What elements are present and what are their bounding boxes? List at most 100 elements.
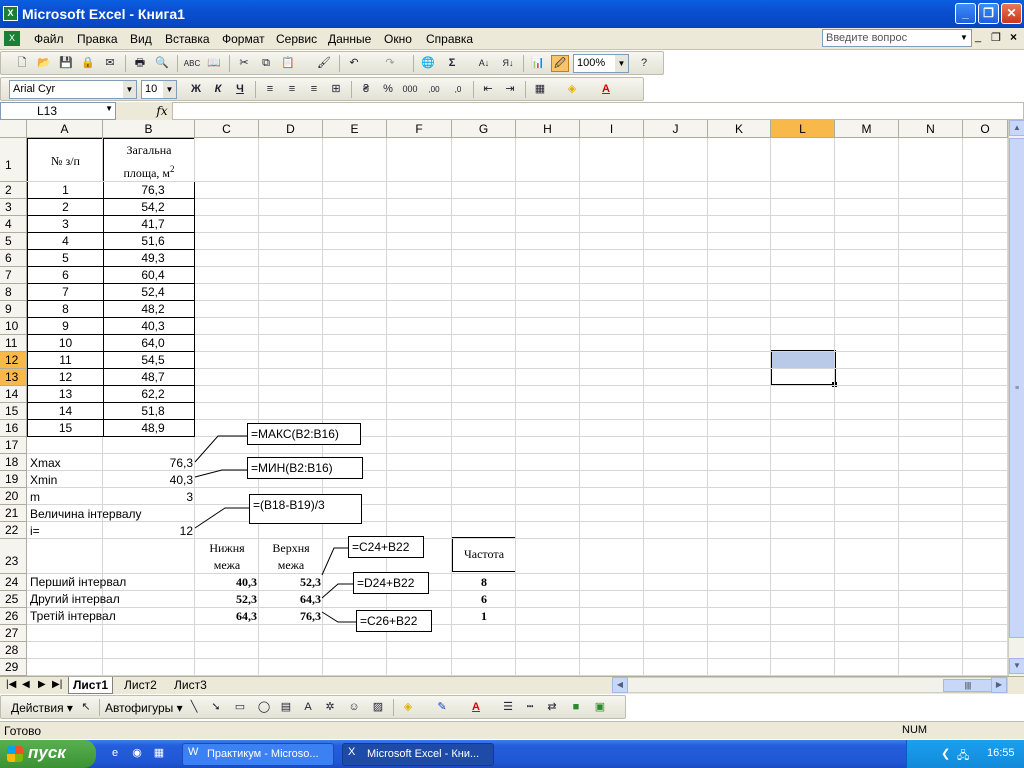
doc-restore-button[interactable]: ❐ (991, 31, 1001, 44)
scroll-down-icon[interactable]: ▼ (1009, 658, 1024, 674)
insert-function-icon[interactable]: fx (152, 102, 172, 120)
decrease-indent-icon[interactable]: ⇤ (479, 81, 497, 98)
task-practicum[interactable]: Практикум - Microso... (182, 743, 334, 766)
doc-minimize-button[interactable]: _ (975, 31, 981, 43)
align-center-icon[interactable]: ≡ (283, 81, 301, 98)
underline-button[interactable]: Ч (231, 81, 249, 98)
doc-close-button[interactable]: × (1010, 30, 1017, 44)
arrow-style-icon[interactable]: ⇄ (543, 699, 561, 716)
font-color-draw-icon[interactable]: A (467, 699, 485, 716)
menu-edit[interactable]: Правка (77, 32, 118, 46)
save-icon[interactable]: 💾 (57, 55, 75, 72)
scroll-up-icon[interactable]: ▲ (1009, 120, 1024, 136)
print-icon[interactable]: 🖶 (131, 55, 149, 72)
3d-style-icon[interactable]: ▣ (591, 699, 609, 716)
increase-decimal-icon[interactable]: ,00 (425, 81, 443, 98)
task-excel[interactable]: Microsoft Excel - Кни... (342, 743, 494, 766)
bold-button[interactable]: Ж (187, 81, 205, 98)
diagram-icon[interactable]: ✲ (321, 699, 339, 716)
fill-color-icon[interactable]: ◈ (563, 81, 581, 98)
menu-data[interactable]: Данные (328, 32, 371, 46)
copy-icon[interactable]: ⧉ (257, 55, 275, 72)
prev-sheet-icon[interactable]: ◀ (22, 679, 30, 690)
drawing-icon[interactable]: 🖉 (551, 55, 569, 72)
autoshapes-menu[interactable]: Автофигуры ▾ (105, 701, 183, 715)
menu-window[interactable]: Окно (384, 32, 412, 46)
vertical-scroll-thumb[interactable]: ≡ (1009, 138, 1024, 638)
rectangle-icon[interactable]: ▭ (231, 699, 249, 716)
name-box[interactable]: L13 ▼ (0, 102, 116, 120)
actions-menu[interactable]: Действия ▾ (11, 701, 73, 715)
first-sheet-icon[interactable]: |◀ (6, 679, 16, 690)
desktop-icon[interactable]: ▦ (150, 745, 168, 762)
permission-icon[interactable]: 🔒 (79, 55, 97, 72)
align-left-icon[interactable]: ≡ (261, 81, 279, 98)
network-icon[interactable]: 🖧 (957, 747, 969, 766)
percent-icon[interactable]: % (379, 81, 397, 98)
ie-icon[interactable]: e (106, 745, 124, 762)
last-sheet-icon[interactable]: ▶| (52, 679, 62, 690)
wordart-icon[interactable]: A (299, 699, 317, 716)
align-right-icon[interactable]: ≡ (305, 81, 323, 98)
clipart-icon[interactable]: ☺ (345, 699, 363, 716)
picture-icon[interactable]: ▨ (369, 699, 387, 716)
paste-icon[interactable]: 📋 (279, 55, 297, 72)
font-color-icon[interactable]: A (597, 81, 615, 98)
tray-back-icon[interactable]: ❮ (941, 747, 950, 760)
comma-style-icon[interactable]: 000 (401, 81, 419, 98)
excel-icon[interactable]: X (3, 6, 18, 21)
formula-input[interactable] (172, 102, 1024, 120)
explorer-icon[interactable]: ◉ (128, 745, 146, 762)
font-name-select[interactable]: Arial Cyr ▼ (9, 80, 137, 99)
undo-icon[interactable]: ↶ (345, 55, 363, 72)
sort-ascending-icon[interactable]: A↓ (475, 55, 493, 72)
sheet-tab-3[interactable]: Лист3 (170, 677, 211, 694)
research-icon[interactable]: 📖 (205, 55, 223, 72)
font-size-select[interactable]: 10 ▼ (141, 80, 177, 99)
zoom-select[interactable]: 100% ▼ (573, 54, 629, 73)
vertical-scrollbar[interactable]: ▲ ≡ ▼ (1008, 120, 1024, 676)
menu-help[interactable]: Справка (426, 32, 473, 46)
line-style-icon[interactable]: ☰ (499, 699, 517, 716)
print-preview-icon[interactable]: 🔍 (153, 55, 171, 72)
format-painter-icon[interactable]: 🖌 (315, 55, 333, 72)
decrease-decimal-icon[interactable]: ,0 (449, 81, 467, 98)
italic-button[interactable]: К (209, 81, 227, 98)
sheet-tab-2[interactable]: Лист2 (120, 677, 161, 694)
select-objects-icon[interactable]: ↖ (77, 699, 95, 716)
redo-icon[interactable]: ↷ (381, 55, 399, 72)
start-button[interactable]: пуск (0, 740, 96, 768)
menu-file[interactable]: Файл (34, 32, 64, 46)
menu-format[interactable]: Формат (222, 32, 265, 46)
worksheet-grid[interactable]: № з/п Загальна площа, м2 Xmax 76,3 Xmin … (0, 120, 1008, 676)
dash-style-icon[interactable]: ┅ (521, 699, 539, 716)
horizontal-scrollbar[interactable]: ◀ ||| ▶ (612, 677, 1008, 693)
currency-icon[interactable]: ₴ (357, 81, 375, 98)
email-icon[interactable]: ✉ (101, 55, 119, 72)
new-icon[interactable]: 🗋 (13, 55, 31, 72)
menu-insert[interactable]: Вставка (165, 32, 210, 46)
sheet-tab-1[interactable]: Лист1 (68, 677, 114, 694)
close-button[interactable]: ✕ (1001, 3, 1022, 24)
menu-view[interactable]: Вид (130, 32, 152, 46)
fill-color-draw-icon[interactable]: ◈ (399, 699, 417, 716)
sort-descending-icon[interactable]: Я↓ (499, 55, 517, 72)
merge-center-icon[interactable]: ⊞ (327, 81, 345, 98)
hyperlink-icon[interactable]: 🌐 (419, 55, 437, 72)
menu-tools[interactable]: Сервис (276, 32, 317, 46)
spelling-icon[interactable]: ABC (183, 55, 201, 72)
arrow-icon[interactable]: ➘ (207, 699, 225, 716)
textbox-icon[interactable]: ▤ (277, 699, 295, 716)
chart-wizard-icon[interactable]: 📊 (529, 55, 547, 72)
horizontal-scroll-thumb[interactable]: ||| (943, 679, 993, 692)
cut-icon[interactable]: ✂ (235, 55, 253, 72)
ask-question-input[interactable]: Введите вопрос (822, 29, 972, 47)
clock[interactable]: 16:55 (987, 747, 1015, 759)
increase-indent-icon[interactable]: ⇥ (501, 81, 519, 98)
scroll-left-icon[interactable]: ◀ (612, 677, 628, 693)
open-icon[interactable]: 📂 (35, 55, 53, 72)
oval-icon[interactable]: ◯ (255, 699, 273, 716)
line-icon[interactable]: ╲ (185, 699, 203, 716)
borders-icon[interactable]: ▦ (531, 81, 549, 98)
line-color-icon[interactable]: ✎ (433, 699, 451, 716)
